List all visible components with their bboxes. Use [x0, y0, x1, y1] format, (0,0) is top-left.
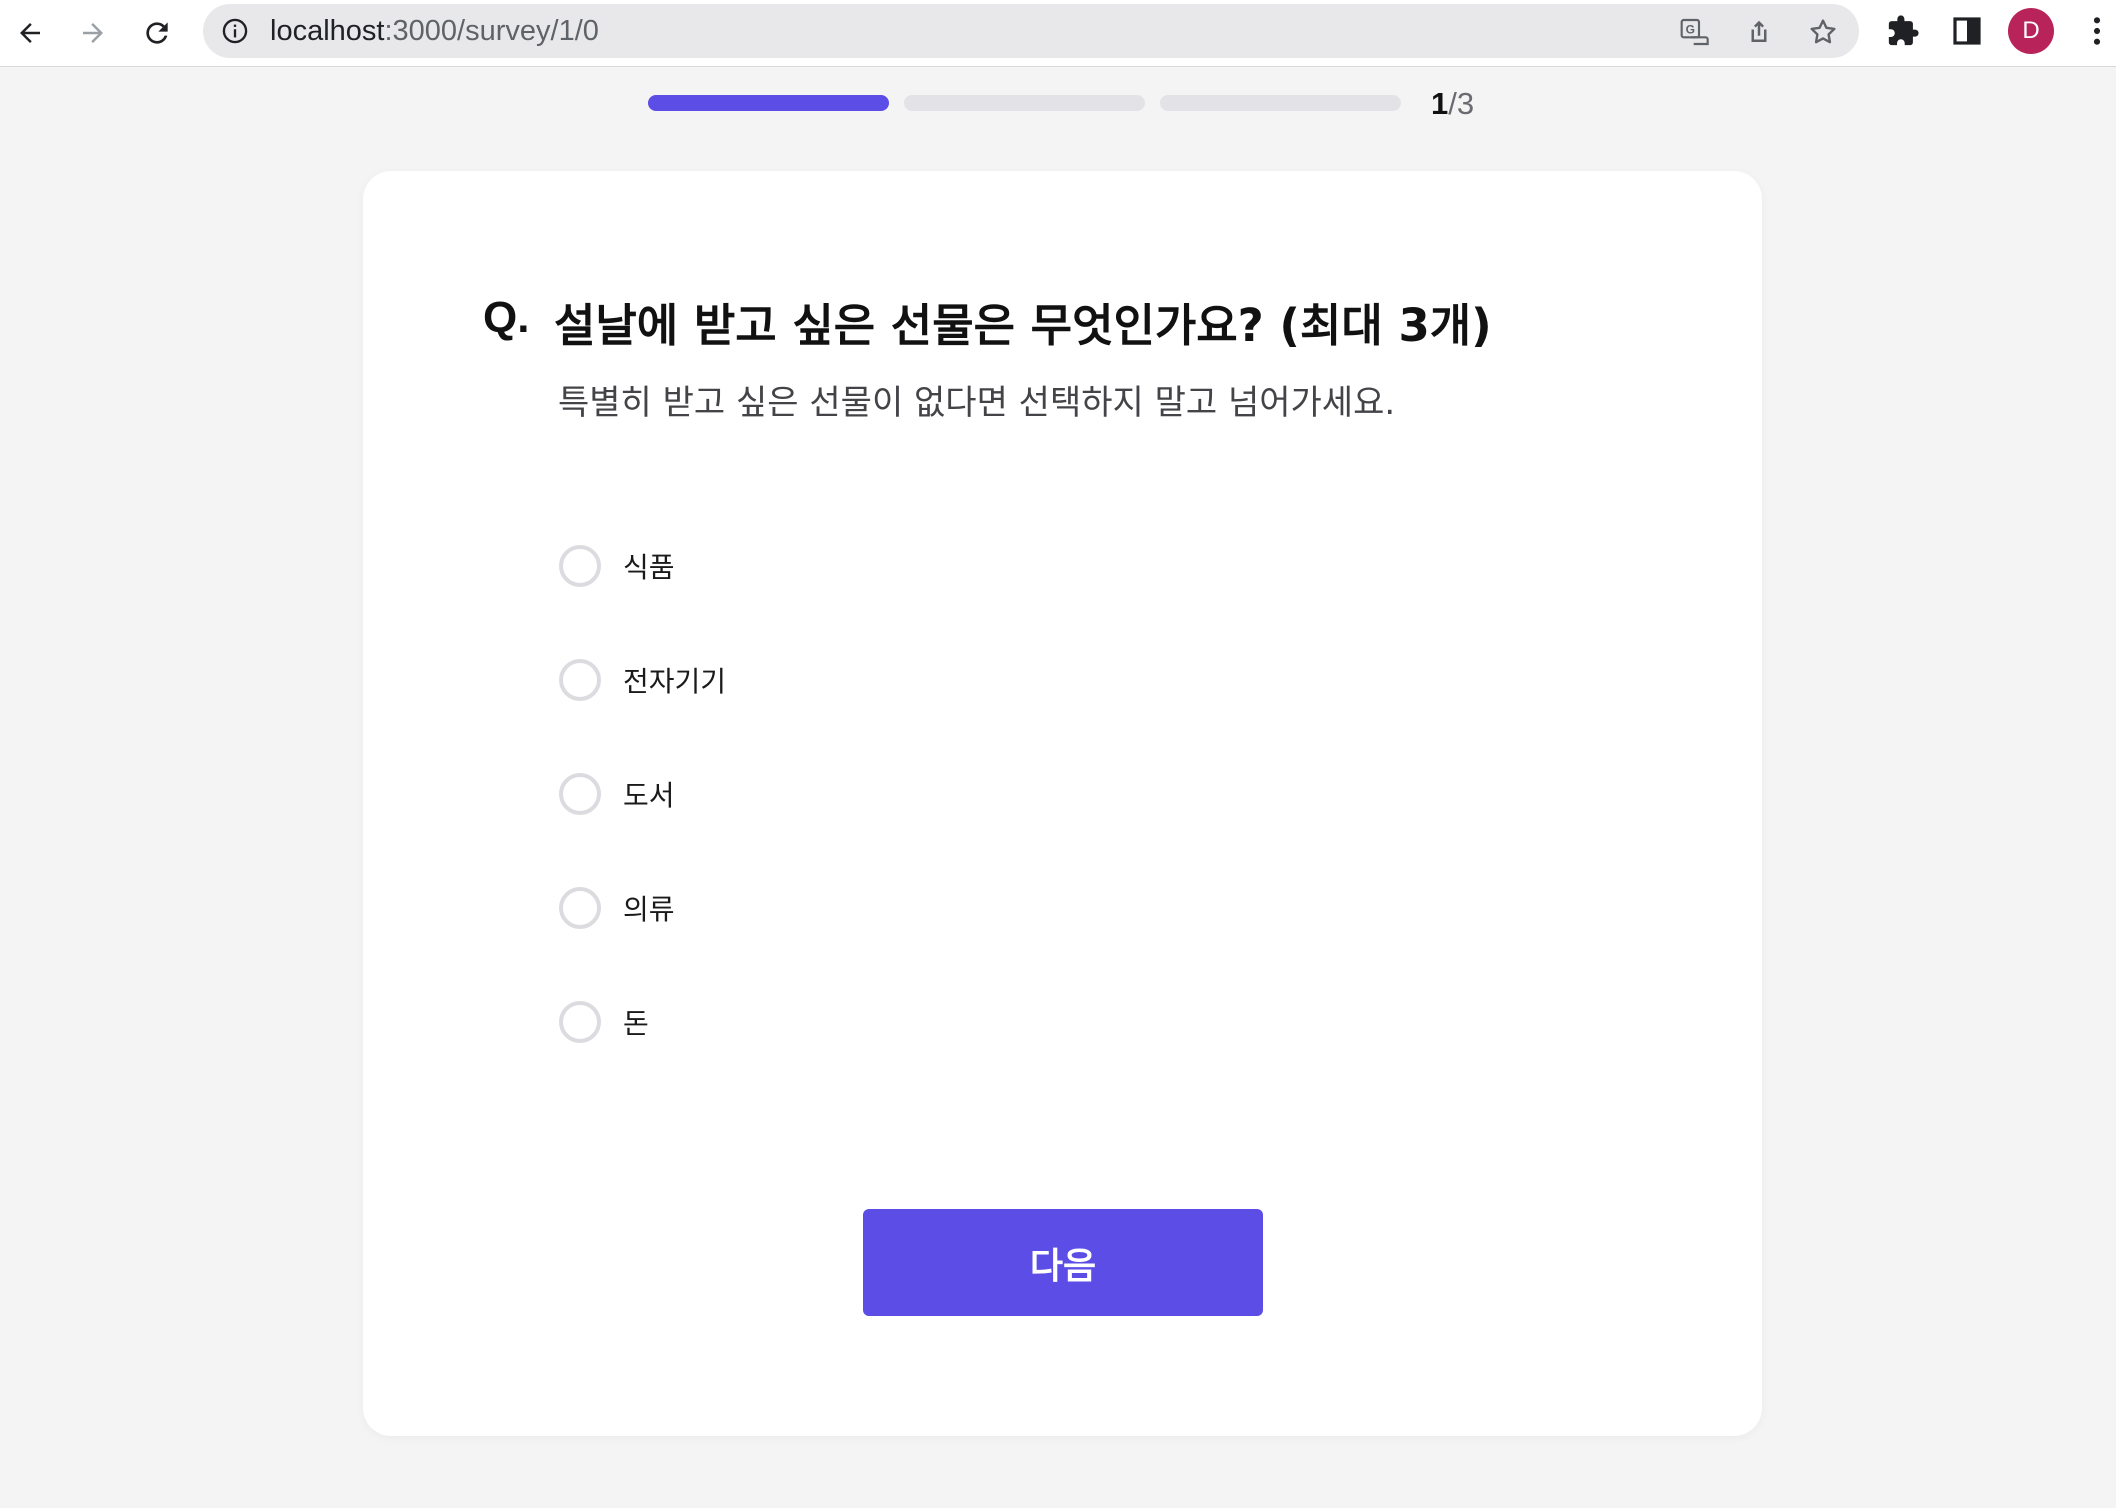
radio-circle[interactable]	[559, 773, 601, 815]
share-icon[interactable]	[1743, 16, 1775, 48]
radio-circle[interactable]	[559, 545, 601, 587]
option-label[interactable]: 돈	[623, 1002, 649, 1042]
arrow-right-icon	[83, 23, 103, 43]
url-text[interactable]: localhost:3000/survey/1/0	[270, 4, 599, 58]
progress-total: /3	[1448, 86, 1475, 121]
option-item[interactable]: 전자기기	[559, 655, 726, 705]
progress-segment	[648, 95, 889, 111]
question-subtitle: 특별히 받고 싶은 선물이 없다면 선택하지 말고 넘어가세요.	[558, 383, 1396, 423]
reload-button[interactable]	[134, 10, 180, 56]
option-item[interactable]: 식품	[559, 541, 675, 591]
site-info-icon[interactable]	[221, 17, 249, 45]
radio-circle[interactable]	[559, 887, 601, 929]
option-label[interactable]: 전자기기	[623, 660, 726, 700]
address-bar[interactable]: localhost:3000/survey/1/0 G	[203, 4, 1859, 58]
option-item[interactable]: 돈	[559, 997, 649, 1047]
svg-text:G: G	[1686, 22, 1695, 36]
question-prefix: Q.	[483, 293, 530, 342]
url-host: localhost	[270, 15, 385, 47]
profile-avatar[interactable]: D	[2008, 8, 2054, 54]
back-button[interactable]	[7, 10, 53, 56]
progress-segment	[1160, 95, 1401, 111]
option-label[interactable]: 의류	[623, 888, 675, 928]
next-button[interactable]: 다음	[863, 1209, 1263, 1316]
browser-toolbar: localhost:3000/survey/1/0 G D	[0, 0, 2116, 67]
option-label[interactable]: 식품	[623, 546, 675, 586]
translate-icon[interactable]: G	[1679, 16, 1711, 48]
progress-segment	[904, 95, 1145, 111]
bookmark-star-icon[interactable]	[1807, 16, 1839, 48]
arrow-left-icon	[20, 23, 40, 43]
radio-circle[interactable]	[559, 659, 601, 701]
progress-current: 1	[1431, 86, 1449, 121]
more-menu-icon[interactable]	[2078, 12, 2116, 50]
url-path: :3000/survey/1/0	[384, 15, 599, 47]
side-panel-icon[interactable]	[1948, 12, 1986, 50]
radio-circle[interactable]	[559, 1001, 601, 1043]
reload-icon	[146, 22, 168, 44]
survey-card: Q. 설날에 받고 싶은 선물은 무엇인가요? (최대 3개) 특별히 받고 싶…	[363, 171, 1762, 1436]
question-title: 설날에 받고 싶은 선물은 무엇인가요? (최대 3개)	[554, 299, 1492, 352]
extensions-puzzle-icon[interactable]	[1884, 12, 1922, 50]
progress-counter: 1/3	[1431, 86, 1474, 122]
option-label[interactable]: 도서	[623, 774, 675, 814]
option-item[interactable]: 도서	[559, 769, 675, 819]
forward-button[interactable]	[70, 10, 116, 56]
option-item[interactable]: 의류	[559, 883, 675, 933]
